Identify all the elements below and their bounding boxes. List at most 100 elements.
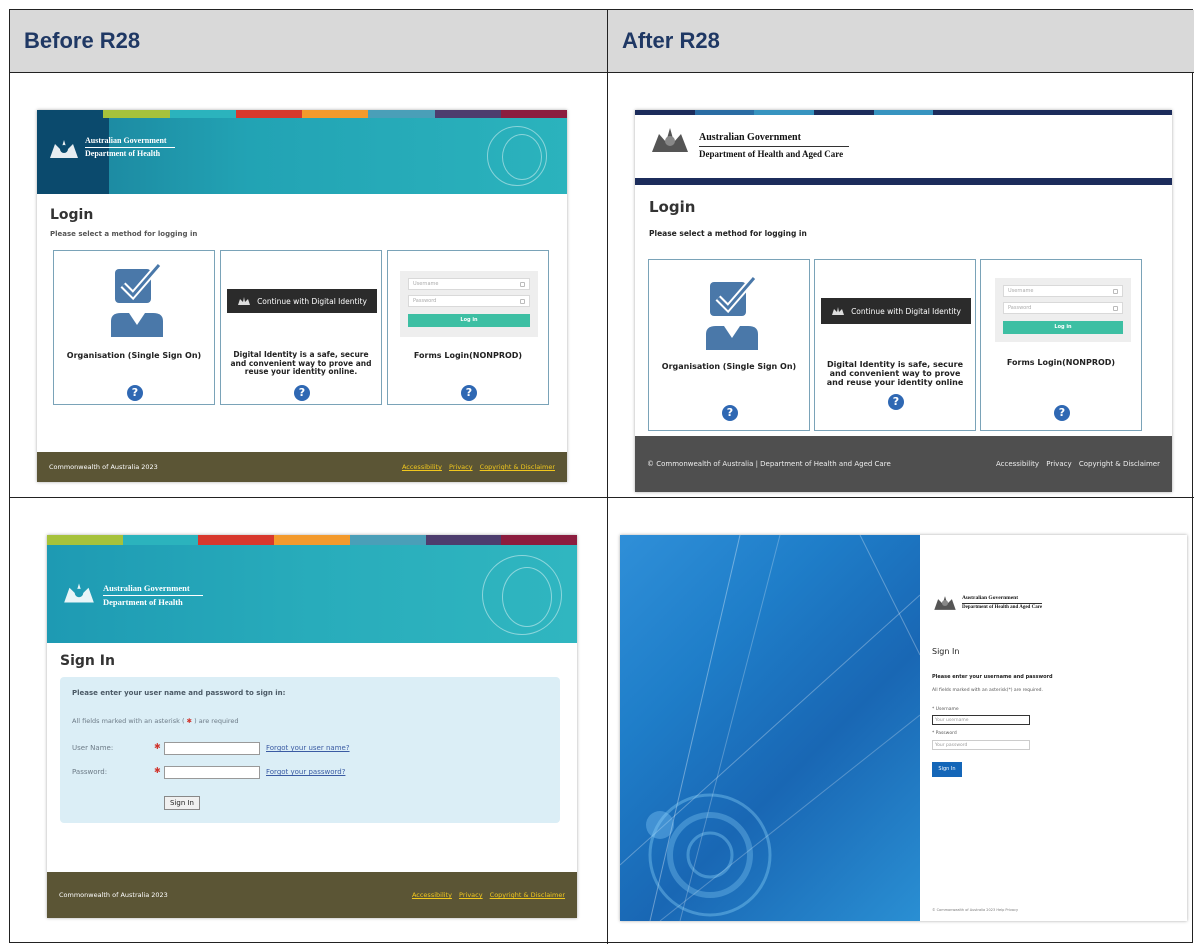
footer: © Commonwealth of Australia | Department… bbox=[635, 436, 1172, 492]
comparison-table: Before R28 After R28 Australian Governme… bbox=[9, 9, 1194, 944]
accessibility-link[interactable]: Accessibility bbox=[996, 460, 1039, 468]
digital-identity-label: Digital Identity is safe, secure and con… bbox=[826, 360, 964, 388]
forgot-username-link[interactable]: Forgot your user name? bbox=[266, 744, 350, 752]
dept-name: Department of Health and Aged Care bbox=[699, 149, 844, 159]
password-field[interactable]: Password bbox=[408, 295, 530, 307]
sso-option[interactable]: Organisation (Single Sign On) ? bbox=[53, 250, 215, 405]
digital-identity-option: Continue with Digital Identity Digital I… bbox=[220, 250, 382, 405]
cell-new-signin: Australian Government Department of Heal… bbox=[608, 498, 1194, 944]
header-before: Before R28 bbox=[10, 10, 608, 73]
page-title: Sign In bbox=[932, 647, 960, 656]
cell-new-login: Australian Government Department of Heal… bbox=[608, 73, 1194, 498]
digital-identity-button[interactable]: Continue with Digital Identity bbox=[821, 298, 971, 324]
privacy-link[interactable]: Privacy bbox=[459, 891, 483, 899]
privacy-link[interactable]: Privacy bbox=[1046, 460, 1071, 468]
dept-name: Department of Health bbox=[103, 597, 183, 607]
required-note: All fields marked with an asterisk ( ✱ )… bbox=[72, 717, 239, 725]
sso-option[interactable]: Organisation (Single Sign On) ? bbox=[648, 259, 810, 431]
footer: Commonwealth of Australia 2023 Accessibi… bbox=[37, 452, 567, 482]
username-label: * Username bbox=[932, 707, 959, 712]
page-subtitle: Please select a method for logging in bbox=[50, 230, 198, 238]
required-star-icon: ✱ bbox=[154, 766, 161, 775]
help-icon[interactable]: ? bbox=[722, 405, 738, 421]
user-check-icon bbox=[111, 263, 163, 337]
required-note-pre: All fields marked with an asterisk ( bbox=[72, 717, 185, 725]
sign-in-button[interactable]: Sign In bbox=[932, 762, 962, 777]
username-field[interactable]: Username bbox=[408, 278, 530, 290]
old-signin-screenshot: Australian Government Department of Heal… bbox=[47, 535, 577, 918]
color-bar bbox=[47, 535, 577, 545]
username-label: User Name: bbox=[72, 744, 114, 752]
sign-in-prompt: Please enter your username and password bbox=[932, 674, 1053, 680]
accessibility-link[interactable]: Accessibility bbox=[412, 891, 452, 899]
sign-in-button[interactable]: Sign In bbox=[164, 796, 200, 810]
gov-name: Australian Government bbox=[85, 136, 167, 145]
help-icon[interactable]: ? bbox=[888, 394, 904, 410]
coat-of-arms-icon bbox=[61, 579, 97, 607]
help-icon[interactable]: ? bbox=[1054, 405, 1070, 421]
gov-name: Australian Government bbox=[699, 132, 801, 143]
forms-label: Forms Login(NONPROD) bbox=[413, 351, 523, 360]
header-divider bbox=[635, 178, 1172, 185]
required-star: ✱ bbox=[186, 717, 193, 725]
sign-in-prompt: Please enter your user name and password… bbox=[72, 689, 286, 697]
coat-of-arms-icon bbox=[238, 297, 251, 305]
color-bar bbox=[635, 110, 1172, 115]
forms-login-option: Username Password Log in Forms Login(NON… bbox=[387, 250, 549, 405]
user-icon bbox=[1113, 288, 1118, 294]
page-title: Sign In bbox=[60, 653, 115, 669]
header-after-label: After R28 bbox=[622, 28, 720, 53]
sso-label: Organisation (Single Sign On) bbox=[661, 362, 797, 371]
required-note-post: ) are required bbox=[194, 717, 239, 725]
login-button[interactable]: Log in bbox=[1003, 321, 1123, 334]
sign-in-panel: Please enter your user name and password… bbox=[60, 677, 560, 823]
accessibility-link[interactable]: Accessibility bbox=[402, 463, 442, 471]
required-star-icon: ✱ bbox=[154, 742, 161, 751]
header-before-label: Before R28 bbox=[24, 28, 141, 53]
lock-icon bbox=[1113, 305, 1118, 311]
gov-name: Australian Government bbox=[962, 595, 1019, 601]
footer: Commonwealth of Australia 2023 Accessibi… bbox=[47, 872, 577, 918]
forms-login-option: Username Password Log in Forms Login(NON… bbox=[980, 259, 1142, 431]
help-icon[interactable]: ? bbox=[294, 385, 310, 401]
dept-name: Department of Health bbox=[85, 149, 161, 158]
username-field[interactable]: Username bbox=[1003, 285, 1123, 297]
footer: © Commonwealth of Australia 2023 Help Pr… bbox=[932, 908, 1019, 912]
forgot-password-link[interactable]: Forgot your password? bbox=[266, 768, 345, 776]
password-placeholder: Password bbox=[1008, 305, 1032, 311]
digital-identity-label: Digital Identity is a safe, secure and c… bbox=[230, 350, 372, 377]
digital-identity-button-label: Continue with Digital Identity bbox=[257, 296, 367, 306]
page-title: Login bbox=[50, 207, 94, 223]
coat-of-arms-icon bbox=[932, 593, 958, 613]
digital-identity-button-label: Continue with Digital Identity bbox=[851, 306, 961, 316]
sso-label: Organisation (Single Sign On) bbox=[66, 351, 202, 360]
footer-copyright: Commonwealth of Australia 2023 bbox=[49, 463, 158, 471]
password-placeholder: Password bbox=[413, 298, 437, 304]
digital-identity-button[interactable]: Continue with Digital Identity bbox=[227, 289, 377, 313]
password-label: * Password bbox=[932, 731, 957, 736]
required-note: All fields marked with an asterisk(*) ar… bbox=[932, 688, 1043, 693]
copyright-link[interactable]: Copyright & Disclaimer bbox=[490, 891, 565, 899]
cell-old-signin: Australian Government Department of Heal… bbox=[10, 498, 608, 944]
privacy-link[interactable]: Privacy bbox=[449, 463, 473, 471]
page-title: Login bbox=[649, 198, 696, 216]
username-input[interactable]: Your username bbox=[932, 715, 1030, 725]
login-button[interactable]: Log in bbox=[408, 314, 530, 327]
gov-name: Australian Government bbox=[103, 583, 190, 593]
lock-icon bbox=[520, 298, 525, 304]
password-input[interactable] bbox=[164, 766, 260, 779]
page-subtitle: Please select a method for logging in bbox=[649, 229, 807, 238]
help-icon[interactable]: ? bbox=[127, 385, 143, 401]
username-input[interactable] bbox=[164, 742, 260, 755]
password-field[interactable]: Password bbox=[1003, 302, 1123, 314]
new-signin-screenshot: Australian Government Department of Heal… bbox=[620, 535, 1187, 921]
copyright-link[interactable]: Copyright & Disclaimer bbox=[1079, 460, 1160, 468]
digital-identity-option: Continue with Digital Identity Digital I… bbox=[814, 259, 976, 431]
help-icon[interactable]: ? bbox=[461, 385, 477, 401]
user-icon bbox=[520, 281, 525, 287]
password-input[interactable]: Your password bbox=[932, 740, 1030, 750]
copyright-link[interactable]: Copyright & Disclaimer bbox=[480, 463, 555, 471]
old-login-screenshot: Australian Government Department of Heal… bbox=[37, 110, 567, 482]
header-after: After R28 bbox=[608, 10, 1194, 73]
coat-of-arms-icon bbox=[832, 307, 845, 315]
